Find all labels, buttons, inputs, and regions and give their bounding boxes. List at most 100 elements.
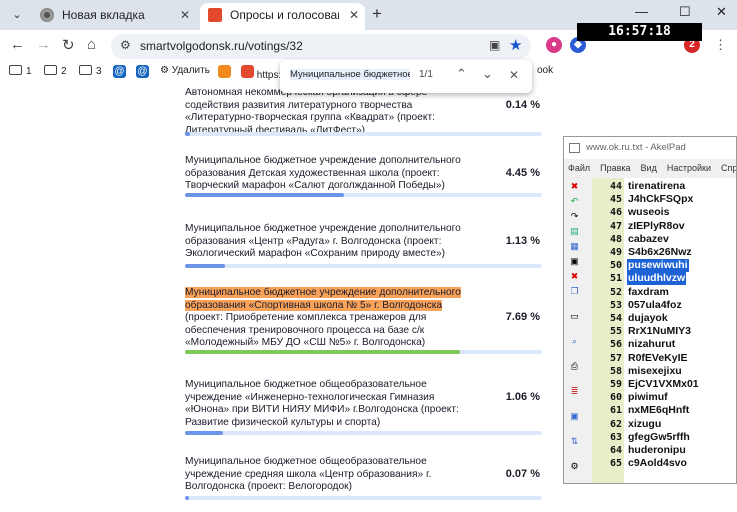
voting-name: Автономная некоммерческая организация в … xyxy=(185,87,435,136)
text-line[interactable]: 64 huderonipu xyxy=(564,444,736,457)
bookmark-delete[interactable]: ⚙ Удалить xyxy=(160,65,210,76)
folder-icon xyxy=(44,65,57,75)
voting-item[interactable]: Муниципальное бюджетное учреждение допол… xyxy=(185,287,542,354)
bookmark-mail-2[interactable]: @ xyxy=(136,65,149,78)
voting-percent: 0.14 % xyxy=(505,99,540,111)
line-number: 55 xyxy=(609,326,622,338)
find-close-button[interactable]: ✕ xyxy=(509,68,519,82)
voting-item[interactable]: Муниципальное бюджетное учреждение допол… xyxy=(185,223,542,268)
line-text: RrX1NuMIY3 xyxy=(628,325,692,338)
menu-view[interactable]: Вид xyxy=(641,163,657,173)
bookmark-folder-3[interactable]: 3 xyxy=(79,65,102,77)
close-window-button[interactable]: ✕ xyxy=(716,4,727,20)
line-text: J4hCkFSQpx xyxy=(628,193,694,206)
menu-file[interactable]: Файл xyxy=(568,163,590,173)
text-line[interactable]: 56 nizahurut xyxy=(564,338,736,351)
line-number: 50 xyxy=(609,260,622,272)
akelpad-menu: Файл Правка Вид Настройки Спра xyxy=(564,159,736,178)
text-line[interactable]: 58 misexejixu xyxy=(564,365,736,378)
text-line[interactable]: 52 faxdram xyxy=(564,286,736,299)
tab-title: Новая вкладка xyxy=(62,8,145,22)
menu-help[interactable]: Спра xyxy=(721,163,736,173)
address-bar[interactable]: ⚙ smartvolgodonsk.ru/votings/32 ▣ ★ xyxy=(111,34,531,59)
find-next-button[interactable]: ⌄ xyxy=(482,66,493,82)
voting-name: Муниципальное бюджетное учреждение допол… xyxy=(185,223,461,259)
text-line[interactable]: 63 gfegGw5rffh xyxy=(564,431,736,444)
text-line[interactable]: 60 piwimuf xyxy=(564,391,736,404)
menu-icon[interactable]: ⋮ xyxy=(714,37,727,53)
text-line[interactable]: 50 pusewiwuhi xyxy=(564,259,736,273)
line-number: 57 xyxy=(609,352,622,364)
menu-settings[interactable]: Настройки xyxy=(667,163,711,173)
text-line[interactable]: 49 S4b6x26Nwz xyxy=(564,246,736,259)
tab-new-tab[interactable]: Новая вкладка ✕ xyxy=(32,3,196,30)
bookmark-star-icon[interactable]: ★ xyxy=(509,36,522,54)
close-icon[interactable]: ✕ xyxy=(349,3,359,27)
menu-edit[interactable]: Правка xyxy=(600,163,630,173)
maximize-button[interactable]: ☐ xyxy=(679,4,691,20)
reload-icon[interactable]: ↻ xyxy=(62,36,75,54)
text-line[interactable]: 45 J4hCkFSQpx xyxy=(564,193,736,206)
akelpad-window: www.ok.ru.txt - AkelPad Файл Правка Вид Нас… xyxy=(563,136,737,484)
votings-list: Автономная некоммерческая организация в … xyxy=(0,84,560,512)
text-line[interactable]: 59 EjCV1VXMx01 xyxy=(564,378,736,391)
bookmark-ok[interactable] xyxy=(218,65,231,81)
voting-item[interactable]: Автономная некоммерческая организация в … xyxy=(185,87,542,137)
tab-title: Опросы и голосования | Умн xyxy=(230,8,339,22)
bookmark-site[interactable]: https: xyxy=(241,65,281,81)
forward-icon[interactable]: → xyxy=(36,36,51,53)
line-number: 60 xyxy=(609,392,622,404)
text-line[interactable]: 57 R0fEVeKyIE xyxy=(564,351,736,365)
extension-icon[interactable]: ● xyxy=(546,37,562,53)
find-bar: Муниципальное бюджетное у 1/1 ⌃ ⌄ ✕ xyxy=(280,60,532,93)
text-line[interactable]: 44 tirenatirena xyxy=(564,180,736,193)
voting-percent: 0.07 % xyxy=(505,468,540,480)
bookmark-site-2[interactable]: ook xyxy=(537,65,553,76)
home-icon[interactable]: ⌂ xyxy=(87,36,96,53)
text-line[interactable]: 46 wuseois xyxy=(564,206,736,219)
line-number: 63 xyxy=(609,431,622,443)
line-text: R0fEVeKyIE xyxy=(628,351,688,364)
text-line[interactable]: 48 cabazev xyxy=(564,232,736,246)
voting-item[interactable]: Муниципальное бюджетное общеобразователь… xyxy=(185,456,542,500)
site-info-icon[interactable]: ⚙ xyxy=(120,38,131,52)
tab-search-button[interactable]: ⌄ xyxy=(6,5,28,25)
line-number: 56 xyxy=(609,339,622,351)
bookmark-folder-2[interactable]: 2 xyxy=(44,65,67,77)
back-icon[interactable]: ← xyxy=(10,36,25,53)
bookmark-folder-1[interactable]: 1 xyxy=(9,65,32,77)
voting-item[interactable]: Муниципальное бюджетное учреждение допол… xyxy=(185,155,542,197)
voting-name: Муниципальное бюджетное учреждение допол… xyxy=(185,287,461,348)
line-number: 52 xyxy=(609,286,622,298)
text-line[interactable]: 53 057ula4foz xyxy=(564,299,736,312)
close-icon[interactable]: ✕ xyxy=(180,3,190,27)
page-translate-icon[interactable]: ▣ xyxy=(489,38,500,52)
text-line[interactable]: 55 RrX1NuMIY3 xyxy=(564,325,736,338)
folder-icon xyxy=(9,65,22,75)
line-number: 58 xyxy=(609,365,622,377)
find-prev-button[interactable]: ⌃ xyxy=(456,66,467,82)
text-line[interactable]: 65 c9Aold4svo xyxy=(564,457,736,470)
voting-percent: 1.13 % xyxy=(505,235,540,247)
ok-icon xyxy=(218,65,231,78)
text-line[interactable]: 54 dujayok xyxy=(564,312,736,325)
voting-percent: 4.45 % xyxy=(505,167,540,179)
text-line[interactable]: 47 zIEPlyR8ov xyxy=(564,220,736,233)
akelpad-titlebar[interactable]: www.ok.ru.txt - AkelPad xyxy=(564,137,736,159)
bookmark-mail-1[interactable]: @ xyxy=(113,65,126,78)
text-line[interactable]: 51 uluudhlvzw xyxy=(564,272,736,286)
url-text: smartvolgodonsk.ru/votings/32 xyxy=(140,39,303,53)
line-text: cabazev xyxy=(628,232,669,245)
new-tab-button[interactable]: + xyxy=(372,4,382,24)
voting-item[interactable]: Муниципальное бюджетное общеобразователь… xyxy=(185,379,542,435)
progress-track xyxy=(185,193,542,197)
text-line[interactable]: 62 xizugu xyxy=(564,418,736,431)
mail-icon: @ xyxy=(113,65,126,78)
tab-votings[interactable]: Опросы и голосования | Умн ✕ xyxy=(200,3,365,30)
progress-fill xyxy=(185,431,223,435)
clock-overlay: 16:57:18 13.03.25 xyxy=(577,23,702,57)
line-text: nxME6qHnft xyxy=(628,404,690,417)
text-line[interactable]: 61 nxME6qHnft xyxy=(564,404,736,417)
find-input[interactable]: Муниципальное бюджетное у xyxy=(290,69,410,80)
minimize-button[interactable]: — xyxy=(635,4,648,19)
